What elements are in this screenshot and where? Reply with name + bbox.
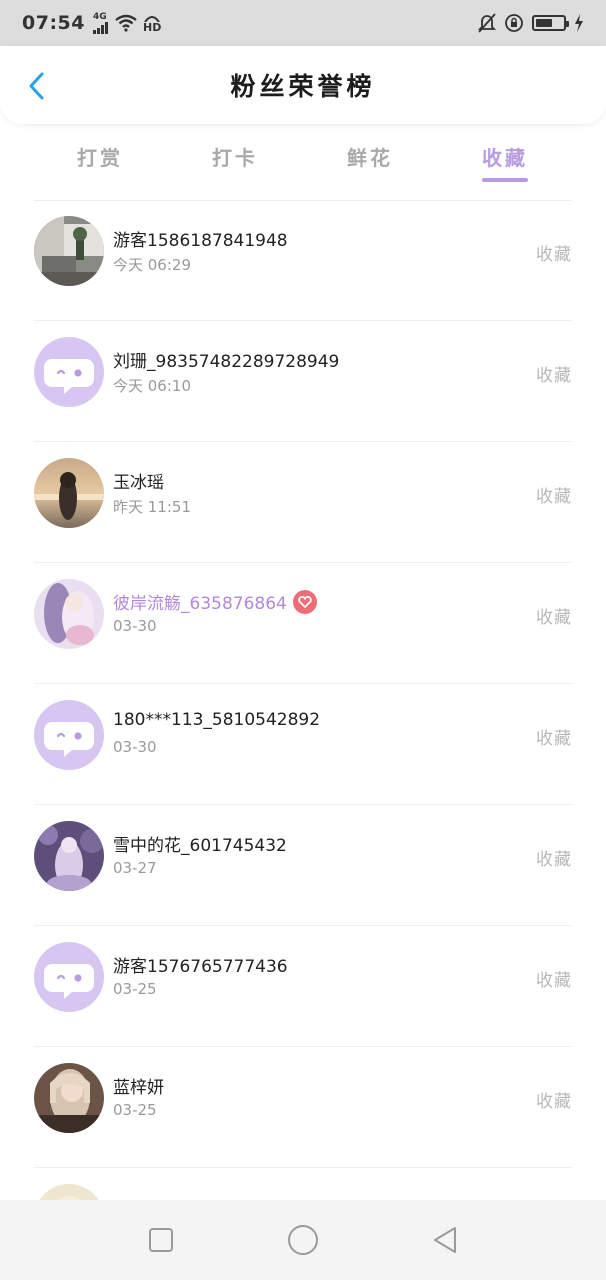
system-nav-bar bbox=[0, 1200, 606, 1280]
list-item[interactable]: 游客1576765777436 03-25 收藏 bbox=[0, 926, 606, 1047]
home-icon bbox=[288, 1225, 318, 1255]
default-chat-avatar[interactable] bbox=[34, 700, 104, 770]
home-button[interactable] bbox=[283, 1220, 323, 1260]
hd-voice-icon: HD bbox=[143, 14, 161, 33]
list-item[interactable]: 玉冰瑶 昨天 11:51 收藏 bbox=[0, 442, 606, 563]
fan-name: 玉冰瑶 bbox=[113, 473, 164, 493]
avatar[interactable] bbox=[34, 579, 104, 649]
fan-list[interactable]: 游客1586187841948 今天 06:29 收藏 刘珊_983574822… bbox=[0, 200, 606, 1200]
list-item[interactable] bbox=[0, 1168, 606, 1200]
fan-time: 今天 06:29 bbox=[113, 256, 191, 274]
action-label: 收藏 bbox=[536, 850, 572, 870]
active-tab-indicator bbox=[482, 178, 528, 182]
action-label: 收藏 bbox=[536, 487, 572, 507]
fan-name: 蓝梓妍 bbox=[113, 1078, 164, 1098]
fan-name: 彼岸流觞_635876864 bbox=[113, 589, 317, 616]
status-time: 07:54 bbox=[22, 12, 85, 34]
avatar[interactable] bbox=[34, 216, 104, 286]
fan-time: 03-25 bbox=[113, 1101, 157, 1119]
tab-checkin[interactable]: 打卡 bbox=[185, 132, 285, 171]
fan-name: 刘珊_98357482289728949 bbox=[113, 352, 340, 372]
status-bar: 07:54 4G HD bbox=[0, 0, 606, 46]
action-label: 收藏 bbox=[536, 971, 572, 991]
system-back-button[interactable] bbox=[425, 1220, 465, 1260]
fan-name: 180***113_5810542892 bbox=[113, 710, 321, 730]
fan-name: 游客1586187841948 bbox=[113, 231, 288, 251]
list-item[interactable]: 刘珊_98357482289728949 今天 06:10 收藏 bbox=[0, 321, 606, 442]
fan-time: 今天 06:10 bbox=[113, 377, 191, 395]
default-chat-avatar[interactable] bbox=[34, 942, 104, 1012]
fan-time: 03-25 bbox=[113, 980, 157, 998]
fan-time: 03-27 bbox=[113, 859, 157, 877]
wifi-icon bbox=[115, 14, 137, 32]
cell-signal-icon: 4G bbox=[92, 11, 109, 34]
list-item[interactable]: 彼岸流觞_635876864 03-30 收藏 bbox=[0, 563, 606, 684]
list-item[interactable]: 游客1586187841948 今天 06:29 收藏 bbox=[0, 200, 606, 321]
tab-reward[interactable]: 打赏 bbox=[50, 132, 150, 171]
mute-bell-icon bbox=[478, 13, 496, 33]
battery-icon bbox=[532, 15, 569, 31]
avatar[interactable] bbox=[34, 821, 104, 891]
avatar[interactable] bbox=[34, 1063, 104, 1133]
action-label: 收藏 bbox=[536, 729, 572, 749]
chevron-left-icon bbox=[29, 72, 44, 100]
back-button[interactable] bbox=[16, 66, 56, 106]
fan-name: 雪中的花_601745432 bbox=[113, 836, 287, 856]
tab-flowers[interactable]: 鲜花 bbox=[320, 132, 420, 171]
action-label: 收藏 bbox=[536, 608, 572, 628]
vip-heart-badge-icon bbox=[292, 590, 317, 614]
fan-time: 昨天 11:51 bbox=[113, 498, 191, 516]
action-label: 收藏 bbox=[536, 366, 572, 386]
fan-name: 游客1576765777436 bbox=[113, 957, 288, 977]
rotation-lock-icon bbox=[505, 14, 523, 32]
tab-favorites[interactable]: 收藏 bbox=[455, 132, 555, 188]
fan-time: 03-30 bbox=[113, 617, 157, 635]
charging-bolt-icon bbox=[575, 14, 583, 32]
recent-apps-button[interactable] bbox=[141, 1220, 181, 1260]
tab-bar: 打赏 打卡 鲜花 收藏 bbox=[0, 132, 606, 188]
app-header: 粉丝荣誉榜 bbox=[0, 46, 606, 124]
recent-apps-icon bbox=[149, 1228, 173, 1252]
back-triangle-icon bbox=[434, 1227, 456, 1253]
network-type-label: 4G bbox=[92, 11, 107, 22]
avatar[interactable] bbox=[34, 1184, 104, 1200]
avatar[interactable] bbox=[34, 458, 104, 528]
action-label: 收藏 bbox=[536, 245, 572, 265]
list-item[interactable]: 蓝梓妍 03-25 收藏 bbox=[0, 1047, 606, 1168]
action-label: 收藏 bbox=[536, 1092, 572, 1112]
default-chat-avatar[interactable] bbox=[34, 337, 104, 407]
fan-time: 03-30 bbox=[113, 738, 157, 756]
page-title: 粉丝荣誉榜 bbox=[230, 72, 376, 101]
list-item[interactable]: 180***113_5810542892 03-30 收藏 bbox=[0, 684, 606, 805]
list-item[interactable]: 雪中的花_601745432 03-27 收藏 bbox=[0, 805, 606, 926]
